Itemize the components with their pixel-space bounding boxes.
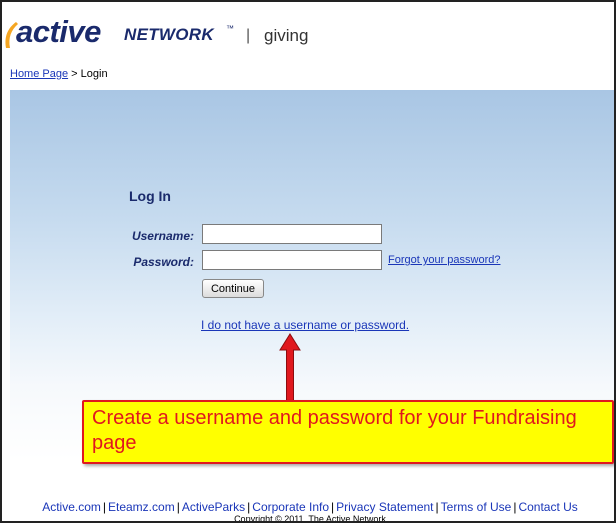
- logo-separator: |: [246, 27, 251, 44]
- login-title: Log In: [129, 188, 171, 204]
- footer-link-activeparks[interactable]: ActiveParks: [182, 500, 245, 514]
- password-label: Password:: [133, 255, 194, 269]
- username-input[interactable]: [202, 224, 382, 244]
- footer-link-eteamz[interactable]: Eteamz.com: [108, 500, 175, 514]
- annotation-arrow-icon: [279, 333, 301, 403]
- footer-links: Active.com | Eteamz.com | ActiveParks | Corpor…: [2, 500, 614, 514]
- username-label: Username:: [131, 229, 194, 243]
- logo-giving: giving: [264, 26, 309, 45]
- site-header: active NETWORK ™ | giving: [2, 2, 614, 62]
- footer-link-corporate-info[interactable]: Corporate Info: [252, 500, 329, 514]
- logo-network[interactable]: NETWORK: [124, 25, 214, 45]
- continue-button[interactable]: Continue: [202, 279, 264, 298]
- footer-separator: |: [176, 500, 180, 514]
- footer-link-terms[interactable]: Terms of Use: [441, 500, 512, 514]
- footer-link-privacy[interactable]: Privacy Statement: [336, 500, 433, 514]
- password-input[interactable]: [202, 250, 382, 270]
- logo-active[interactable]: active: [16, 14, 101, 50]
- browser-frame: active NETWORK ™ | giving Home Page > Lo…: [0, 0, 616, 523]
- footer-link-contact[interactable]: Contact Us: [518, 500, 577, 514]
- forgot-password-link[interactable]: Forgot your password?: [388, 254, 501, 266]
- footer-link-active[interactable]: Active.com: [42, 500, 101, 514]
- footer-separator: |: [435, 500, 439, 514]
- footer-separator: |: [102, 500, 106, 514]
- breadcrumb: Home Page > Login: [10, 68, 108, 80]
- breadcrumb-current: Login: [80, 68, 108, 80]
- no-account-link[interactable]: I do not have a username or password.: [201, 318, 409, 332]
- copyright-text: Copyright © 2011. The Active Network: [234, 514, 386, 523]
- logo-trademark: ™: [226, 24, 234, 33]
- breadcrumb-home-link[interactable]: Home Page: [10, 68, 68, 80]
- annotation-callout: Create a username and password for your …: [82, 400, 614, 464]
- breadcrumb-separator: >: [71, 68, 78, 80]
